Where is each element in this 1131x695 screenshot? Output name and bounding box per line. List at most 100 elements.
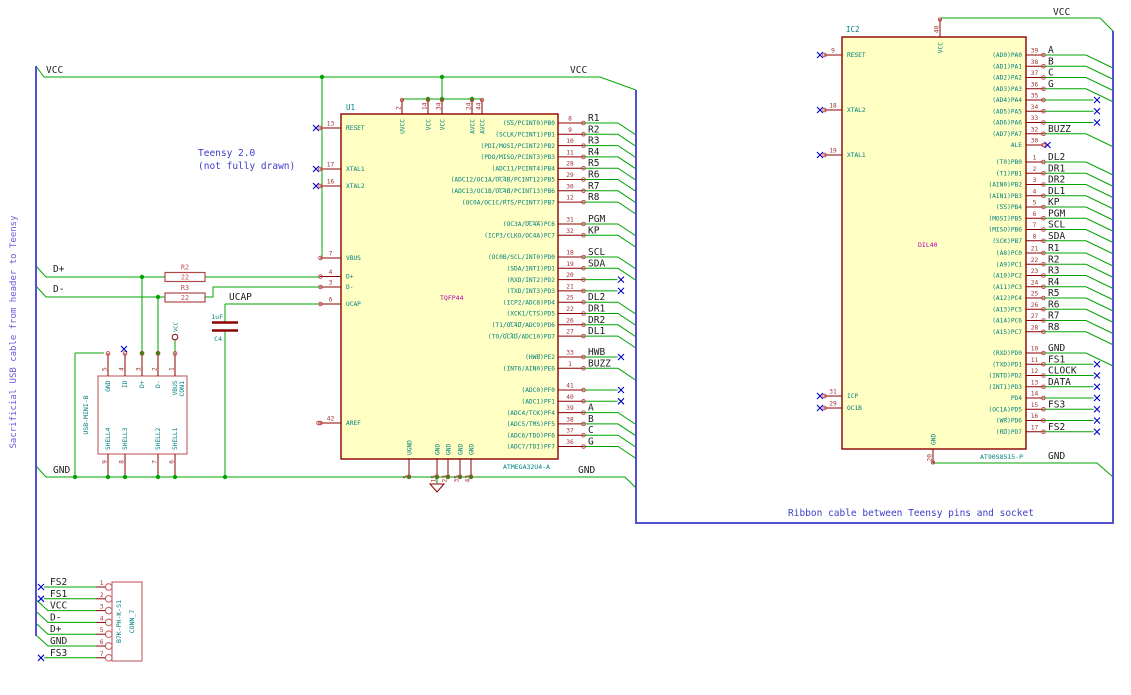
pin-name: (AD7)PA7 xyxy=(992,131,1022,138)
net-label: DL1 xyxy=(588,326,605,337)
pin-number: 4 xyxy=(1033,188,1037,195)
pin-number: 29 xyxy=(566,172,574,179)
pin-name: (AD3)PA3 xyxy=(992,86,1022,93)
pin-name: (TXD/INT3)PD3 xyxy=(507,288,556,295)
component-value: 22 xyxy=(181,294,189,302)
pin-name: (T1/OC4D/ADC9)PD6 xyxy=(492,322,556,329)
pin-number: 17 xyxy=(1031,424,1039,431)
pin-number: 2 xyxy=(152,367,159,371)
pin-name: (INTD)PD2 xyxy=(988,373,1022,380)
pin-number: 31 xyxy=(829,389,837,396)
pin-number: 36 xyxy=(566,439,574,446)
pin-number: 37 xyxy=(1031,70,1039,77)
net-label: HWB xyxy=(588,347,605,358)
net-label: SDA xyxy=(588,258,605,269)
pin-name: SHELL4 xyxy=(105,427,112,450)
component-ref: R2 xyxy=(181,264,189,272)
pin-number: 34 xyxy=(1031,104,1039,111)
pin-number: 18 xyxy=(566,250,574,257)
net-label: GND xyxy=(578,465,595,476)
pin-number: 7 xyxy=(329,251,333,258)
pin-number: 25 xyxy=(1031,291,1039,298)
pin-number: 5 xyxy=(102,367,109,371)
net-label: VCC xyxy=(46,65,63,76)
net-label: D- xyxy=(50,612,61,623)
pin-name: (ADC0)PF0 xyxy=(521,387,555,394)
pin-name: UVCC xyxy=(400,119,407,134)
component-value: B7K-PH-K-S1 xyxy=(115,600,123,643)
component-ref: CONN_7 xyxy=(128,610,136,634)
component-value: 22 xyxy=(181,274,189,282)
pin-name: (SS)PB4 xyxy=(996,204,1022,211)
net-label: GND xyxy=(50,636,67,647)
note-teensy-line1: Teensy 2.0 xyxy=(198,148,255,159)
component-ref: IC2 xyxy=(846,25,860,34)
pin-circle xyxy=(104,653,113,662)
pin-name: (ICP2/ADC8)PD4 xyxy=(503,299,555,306)
component-ref: R3 xyxy=(181,284,189,292)
pin-name: (ADC4/TCK)PF4 xyxy=(507,410,556,417)
pin-name: (AD2)PA2 xyxy=(992,75,1022,82)
pin-name: GND xyxy=(446,444,453,455)
pin-number: 9 xyxy=(568,127,572,134)
pin-name: (A15)PC7 xyxy=(992,329,1022,336)
pin-circle xyxy=(104,583,113,591)
pin-number: 28 xyxy=(566,161,574,168)
net-label: R8 xyxy=(588,192,600,203)
junction-dot xyxy=(105,474,111,480)
schematic-canvas: VCCU1ATMEGA32U4-ATQFP44RESET13XTAL117XTA… xyxy=(0,0,1131,690)
pin-name: XTAL2 xyxy=(847,107,866,114)
component-ref: CON1 xyxy=(178,381,186,397)
pin-number: 11 xyxy=(566,149,574,156)
net-label: R8 xyxy=(1048,322,1060,333)
pin-name: (ICP3/CLKO/OC4A)PC7 xyxy=(484,233,555,240)
net-label: R1 xyxy=(1048,243,1060,254)
pin-number: 16 xyxy=(1031,413,1039,420)
u1-ic[interactable]: U1ATMEGA32U4-ATQFP44RESET13XTAL117XTAL21… xyxy=(320,99,584,483)
pin-number: 39 xyxy=(1031,48,1039,55)
pin-number: 10 xyxy=(566,138,574,145)
pin-name: (T0/OC4D/ADC10)PD7 xyxy=(488,333,555,340)
net-label: DATA xyxy=(1048,377,1071,388)
ic2-ic[interactable]: IC2AT90S8515-PDIL40RESET9XTAL218XTAL119I… xyxy=(824,19,1044,463)
pin-circle xyxy=(104,606,113,615)
pin-number: 27 xyxy=(566,329,574,336)
pin-name: D- xyxy=(155,381,162,388)
pin-number: 6 xyxy=(169,460,176,464)
pin-number: 9 xyxy=(102,460,109,464)
pin-name: (A9)PC1 xyxy=(996,261,1022,268)
net-label: G xyxy=(588,437,594,448)
pin-number: 32 xyxy=(566,228,574,235)
pin-name: VCC xyxy=(440,119,447,130)
component-value: AT90S8515-P xyxy=(980,453,1023,461)
pin-number: 11 xyxy=(1031,357,1039,364)
net-label: DL1 xyxy=(1048,186,1065,197)
pin-name: (OC3A/OC4A)PC6 xyxy=(503,221,555,228)
net-label: R2 xyxy=(588,124,599,135)
pin-name: (AD6)PA6 xyxy=(992,120,1022,127)
net-label: VCC xyxy=(50,601,67,612)
pin-number: 3 xyxy=(100,604,104,611)
pin-number: 41 xyxy=(566,383,574,390)
net-label: DR2 xyxy=(1048,175,1065,186)
net-label: C xyxy=(1048,68,1054,79)
pin-number: 4 xyxy=(100,615,104,622)
pin-name: (AD4)PA4 xyxy=(992,97,1022,104)
pin-number: 21 xyxy=(1031,246,1039,253)
pin-name: D+ xyxy=(139,380,146,388)
net-label: FS1 xyxy=(50,589,67,600)
junction-dot xyxy=(72,474,78,480)
pin-number: 14 xyxy=(1031,391,1039,398)
pin-name: (ADC1)PF1 xyxy=(521,399,555,406)
junction-dot xyxy=(155,294,161,300)
pin-number: 5 xyxy=(1033,200,1037,207)
pin-name: (OC1A)PD5 xyxy=(988,406,1022,413)
pin-name: (MOSI)PB5 xyxy=(988,215,1022,222)
pin-number: 24 xyxy=(466,102,473,110)
pin-number: 26 xyxy=(1031,302,1039,309)
pin-number: 33 xyxy=(566,350,574,357)
pin-number: 22 xyxy=(1031,257,1039,264)
net-label: R5 xyxy=(588,158,599,169)
pin-name: (ADC6/TDO)PF6 xyxy=(507,432,556,439)
pin-name: (A12)PC4 xyxy=(992,295,1022,302)
